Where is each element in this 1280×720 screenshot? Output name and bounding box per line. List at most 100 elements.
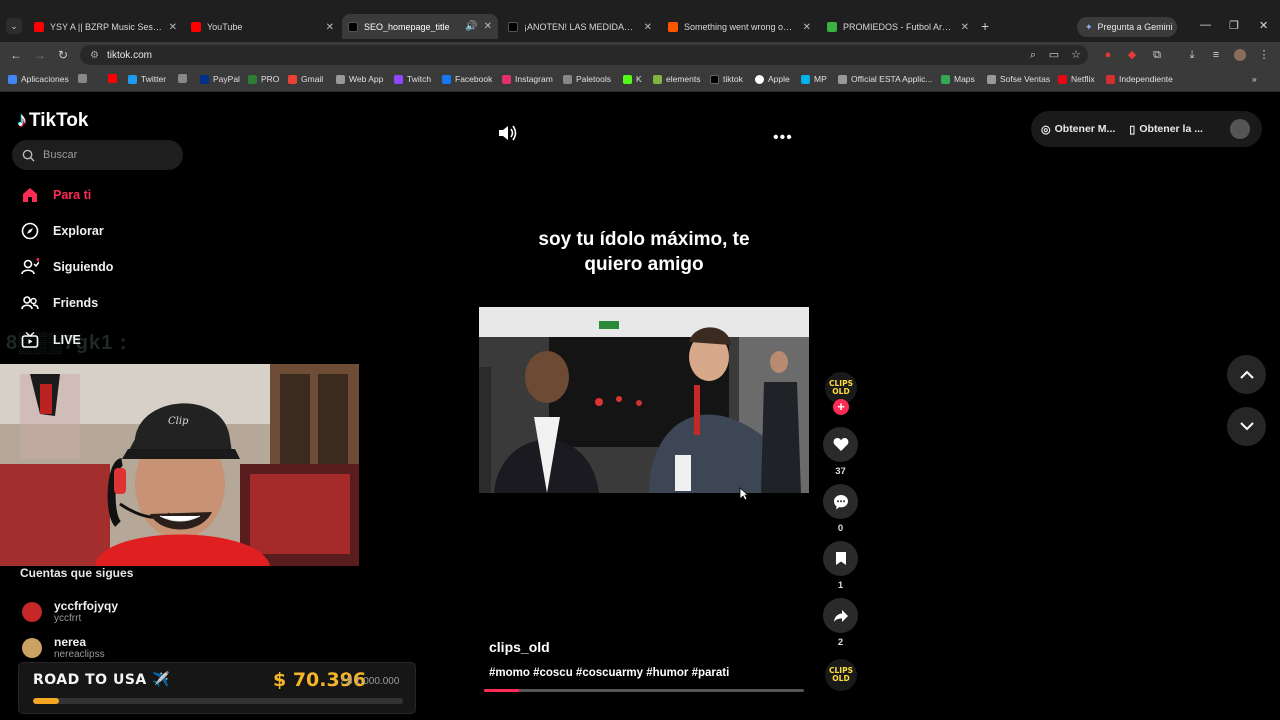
browser-tab[interactable]: YouTube ✕ — [185, 17, 340, 37]
bookmark-item[interactable]: K — [623, 74, 642, 84]
address-bar[interactable]: ⚙ tiktok.com — [80, 45, 1088, 65]
profile-avatar-icon[interactable] — [1234, 49, 1246, 61]
save-button[interactable] — [823, 541, 858, 576]
video-hashtags[interactable]: #momo #coscu #coscuarmy #humor #parati — [489, 667, 729, 679]
bookmark-item[interactable]: Official ESTA Applic... — [838, 74, 932, 84]
donation-progress-fill — [33, 698, 59, 704]
close-tab-icon[interactable]: ✕ — [644, 22, 652, 33]
nav-explorar[interactable]: Explorar — [20, 221, 104, 241]
music-disc-avatar[interactable]: CLIPS OLD — [825, 659, 857, 691]
nav-friends[interactable]: Friends — [20, 293, 98, 313]
bookmark-item[interactable]: Facebook — [442, 74, 492, 84]
bookmark-item[interactable]: Apple — [755, 74, 790, 84]
site-info-icon[interactable]: ⚙ — [90, 50, 99, 61]
menu-kebab-icon[interactable]: ⋮ — [1258, 49, 1270, 61]
cast-icon[interactable]: ▭ — [1048, 49, 1060, 61]
video-progress-bar[interactable] — [484, 689, 804, 692]
save-count: 1 — [837, 580, 844, 591]
browser-tab[interactable]: Something went wrong on Sou... ✕ — [662, 17, 817, 37]
bookmark-item[interactable]: Twitter — [128, 74, 166, 84]
minimize-window-icon[interactable]: — — [1200, 19, 1211, 31]
extensions-puzzle-icon[interactable]: ⧉ — [1151, 49, 1163, 61]
bookmark-item[interactable]: Instagram — [502, 74, 553, 84]
bookmark-item[interactable]: elements — [653, 74, 701, 84]
share-button[interactable] — [823, 598, 858, 633]
bookmark-item[interactable]: Paletools — [563, 74, 611, 84]
facebook-icon — [442, 74, 451, 84]
paletools-icon — [563, 74, 572, 84]
youtube-icon — [108, 74, 117, 83]
bookmark-item[interactable]: MP — [801, 74, 827, 84]
zoom-icon[interactable]: ⌕ — [1027, 49, 1039, 61]
following-account[interactable]: nerea nereaclipss — [22, 636, 105, 660]
next-video-button[interactable] — [1227, 407, 1266, 446]
video-author[interactable]: clips_old — [489, 639, 550, 655]
extension-red-icon[interactable]: ● — [1102, 49, 1114, 61]
nav-live[interactable]: LIVE — [20, 330, 81, 350]
bookmark-label: Instagram — [515, 74, 553, 84]
streamer-webcam-overlay: Clip — [0, 364, 359, 566]
close-tab-icon[interactable]: ✕ — [169, 22, 177, 33]
close-tab-icon[interactable]: ✕ — [803, 22, 811, 33]
reload-icon[interactable]: ↻ — [58, 48, 68, 62]
download-icon[interactable]: ⤓ — [1186, 49, 1198, 61]
gemini-button[interactable]: ✦ Pregunta a Gemini — [1077, 17, 1177, 37]
following-account[interactable]: yccfrfojyqy yccfrrt — [22, 600, 118, 624]
video-progress-fill — [484, 689, 520, 692]
bookmark-item[interactable]: PayPal — [200, 74, 240, 84]
video-frame — [479, 307, 809, 493]
bookmark-item[interactable]: Sofse Ventas — [987, 74, 1050, 84]
get-coins-label: Obtener M... — [1054, 123, 1116, 135]
svg-text:Clip: Clip — [168, 416, 189, 427]
bookmark-item[interactable]: tiktok — [710, 74, 743, 84]
profile-avatar[interactable] — [1230, 119, 1250, 139]
previous-video-button[interactable] — [1227, 355, 1266, 394]
like-button[interactable] — [823, 427, 858, 462]
bookmarks-bar: Aplicaciones Twitter PayPal PRO Gmail We… — [0, 68, 1280, 92]
bookmark-item[interactable]: Netflix — [1058, 74, 1095, 84]
bookmark-item[interactable] — [108, 74, 121, 83]
bookmark-item[interactable]: Maps — [941, 74, 975, 84]
extension-adblock-icon[interactable]: ◆ — [1126, 49, 1138, 61]
browser-tab[interactable]: YSY A || BZRP Music Sessions #... ✕ — [28, 17, 183, 37]
more-bookmarks-icon[interactable]: » — [1252, 74, 1257, 84]
close-tab-icon[interactable]: ✕ — [484, 21, 492, 32]
nav-siguiendo[interactable]: Siguiendo — [20, 257, 113, 277]
bookmark-item[interactable]: Twitch — [394, 74, 431, 84]
bookmark-item[interactable]: PRO — [248, 74, 279, 84]
new-tab-button[interactable]: + — [981, 18, 989, 34]
tab-audio-icon[interactable]: 🔊 — [465, 21, 477, 32]
search-input[interactable] — [43, 149, 173, 161]
media-control-icon[interactable]: ≡ — [1210, 49, 1222, 61]
bookmark-item[interactable]: Independiente — [1106, 74, 1173, 84]
browser-tab[interactable]: PROMIEDOS - Futbol Argentino ... ✕ — [821, 17, 975, 37]
instagram-icon — [502, 74, 511, 84]
more-options-icon[interactable]: ••• — [773, 129, 793, 147]
volume-icon[interactable] — [497, 124, 517, 142]
bookmark-item[interactable] — [78, 74, 91, 83]
bookmark-item[interactable] — [178, 74, 191, 83]
video-player[interactable] — [479, 307, 809, 493]
tiktok-logo[interactable]: ♪ TikTok — [17, 109, 88, 132]
search-box[interactable] — [12, 140, 183, 170]
forward-icon[interactable]: → — [34, 48, 46, 62]
close-window-icon[interactable]: ✕ — [1259, 19, 1268, 32]
bookmark-star-icon[interactable]: ☆ — [1070, 49, 1082, 61]
bookmark-item[interactable]: Gmail — [288, 74, 323, 84]
share-icon — [833, 609, 848, 622]
bookmark-item[interactable]: Aplicaciones — [8, 74, 69, 84]
browser-tab[interactable]: ¡ANOTEN! LAS MEDIDAS QUE ... ✕ — [502, 17, 658, 37]
tab-search-button[interactable]: ⌄ — [6, 18, 22, 34]
nav-para-ti[interactable]: Para ti — [20, 185, 91, 205]
youtube-favicon-icon — [34, 22, 44, 32]
get-app-button[interactable]: ▯ Obtener la ... — [1129, 123, 1203, 136]
close-tab-icon[interactable]: ✕ — [961, 22, 969, 33]
close-tab-icon[interactable]: ✕ — [326, 22, 334, 33]
back-icon[interactable]: ← — [10, 48, 22, 62]
restore-window-icon[interactable]: ❐ — [1229, 19, 1239, 32]
follow-plus-button[interactable]: + — [833, 399, 849, 415]
browser-tab-active[interactable]: SEO_homepage_title 🔊 ✕ — [342, 14, 498, 39]
bookmark-item[interactable]: Web App — [336, 74, 383, 84]
get-coins-button[interactable]: ◎ Obtener M... — [1041, 123, 1115, 136]
comment-button[interactable] — [823, 484, 858, 519]
